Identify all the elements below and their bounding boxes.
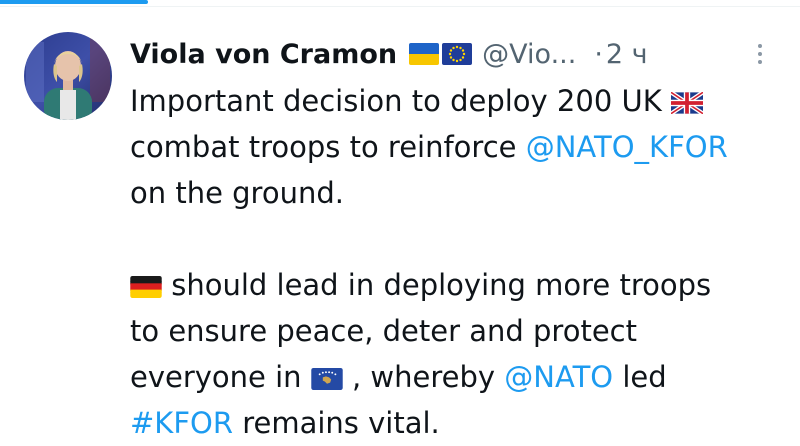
ukraine-flag-icon xyxy=(409,43,440,65)
more-options-button[interactable] xyxy=(752,36,768,72)
more-dot-icon xyxy=(758,60,762,64)
top-tab-indicator xyxy=(0,0,148,4)
avatar[interactable] xyxy=(24,32,112,120)
kosovo-flag-icon xyxy=(311,368,343,390)
tweet-text-segment: should lead in deploying more troops xyxy=(171,268,712,302)
tweet-text: Important decision to deploy 200 UK comb… xyxy=(130,78,790,446)
tweet-line: combat troops to reinforce @NATO_KFOR xyxy=(130,124,790,170)
author-handle[interactable]: @Vio... xyxy=(482,39,576,70)
tweet-text-segment: led xyxy=(622,360,667,394)
hashtag-link[interactable]: #KFOR xyxy=(130,406,233,440)
tweet-text-segment: remains vital. xyxy=(242,406,440,440)
author-display-name[interactable]: Viola von Cramon xyxy=(130,39,397,70)
tweet-text-segment: to ensure peace, deter and protect xyxy=(130,314,637,348)
tweet-line: should lead in deploying more troops xyxy=(130,262,790,308)
tweet-line: everyone in , whereby @NATO led xyxy=(130,354,790,400)
tweet-text-segment: Important decision to deploy 200 UK xyxy=(130,84,662,118)
tweet-text-segment: , whereby xyxy=(352,360,496,394)
uk-flag-icon xyxy=(670,92,703,114)
tweet-line: Important decision to deploy 200 UK xyxy=(130,78,790,124)
tweet-text-segment: everyone in xyxy=(130,360,302,394)
more-dot-icon xyxy=(758,52,762,56)
tweet-text-segment: combat troops to reinforce xyxy=(130,130,517,164)
mention-link[interactable]: @NATO xyxy=(504,360,613,394)
more-dot-icon xyxy=(758,44,762,48)
top-divider xyxy=(0,6,800,7)
tweet-timestamp[interactable]: 2 ч xyxy=(606,39,648,70)
meta-separator: · xyxy=(594,38,603,70)
tweet-text-segment: on the ground. xyxy=(130,176,344,210)
germany-flag-icon xyxy=(130,276,162,298)
tweet-line: #KFOR remains vital. xyxy=(130,400,790,446)
mention-link[interactable]: @NATO_KFOR xyxy=(526,130,728,164)
tweet-line: on the ground. xyxy=(130,170,790,216)
tweet-header: Viola von Cramon @Vio... · 2 ч xyxy=(130,34,648,74)
tweet-line: to ensure peace, deter and protect xyxy=(130,308,790,354)
eu-flag-icon xyxy=(442,43,473,65)
